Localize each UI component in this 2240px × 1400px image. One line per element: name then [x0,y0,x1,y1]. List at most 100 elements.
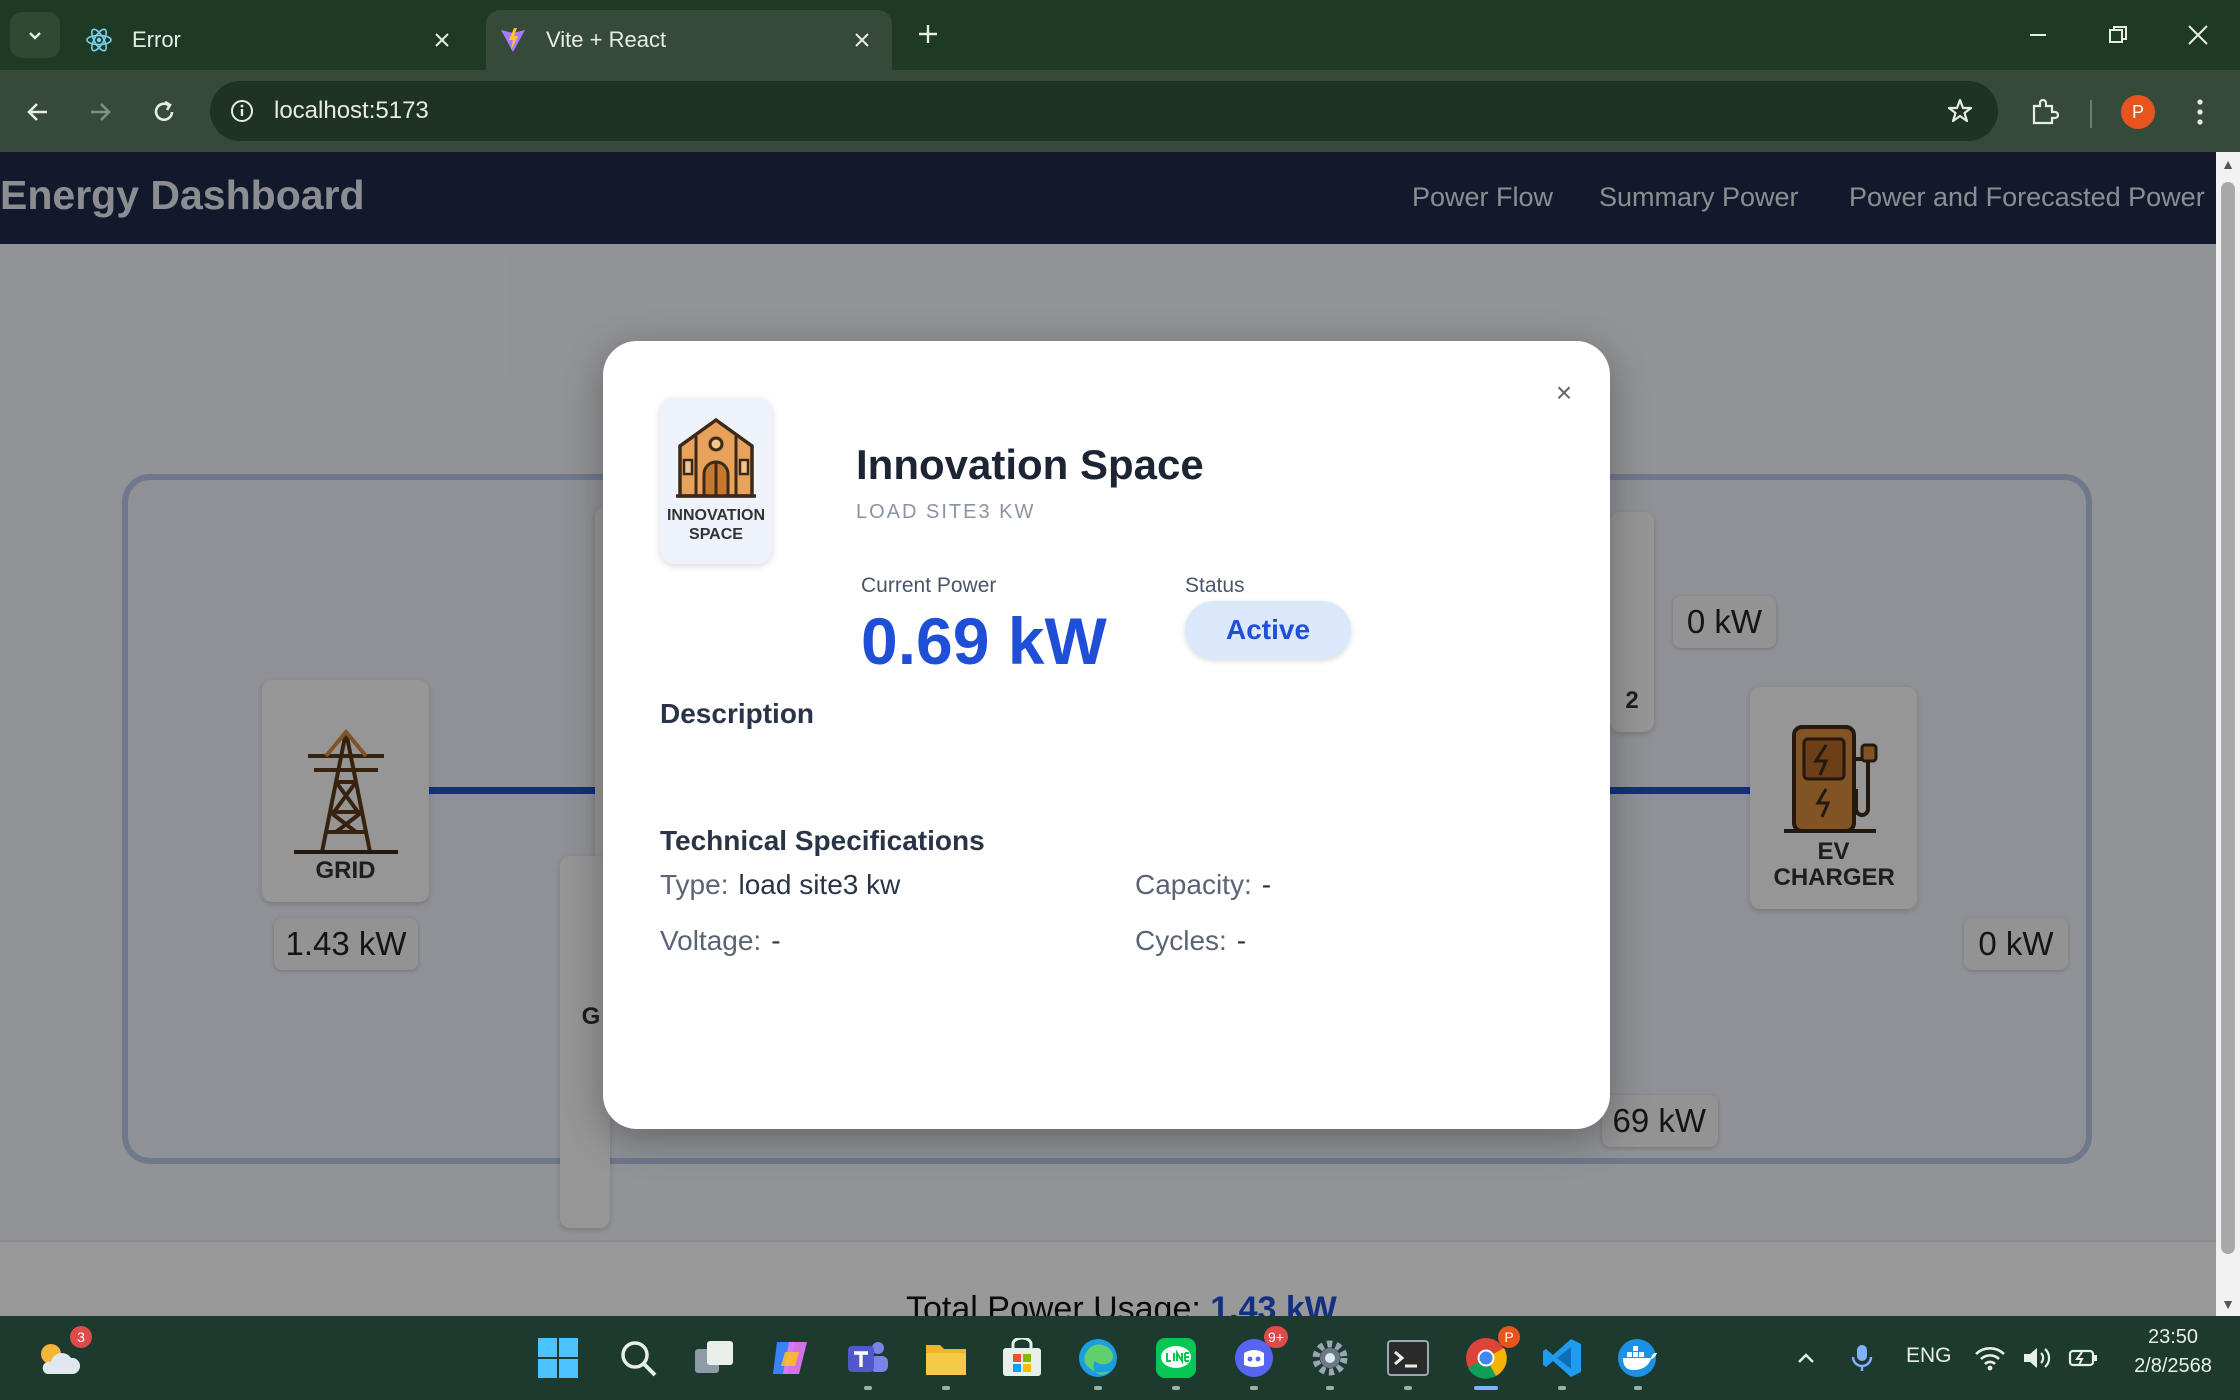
discord-button[interactable]: 9+ [1226,1326,1288,1390]
browser-toolbar: localhost:5173 P [0,70,2240,152]
tab-title: Error [132,27,181,52]
address-bar[interactable]: localhost:5173 [210,81,1998,141]
volume-icon [2024,1348,2051,1368]
innovation-space-icon-card: INNOVATION SPACE [660,398,772,564]
windows-icon [538,1338,578,1378]
tab-vite-react[interactable]: Vite + React [486,10,892,70]
spec-capacity-value: - [1261,869,1272,900]
quick-settings-button[interactable] [1966,1330,2106,1386]
spec-type: Type: load site3 kw [660,869,900,901]
running-indicator [1404,1386,1412,1390]
spec-voltage-value: - [771,925,781,956]
vscode-icon [1543,1339,1581,1377]
battery-icon [2068,1349,2097,1367]
clock-date: 2/8/2568 [2134,1355,2212,1377]
microphone-icon [1851,1345,1873,1371]
reload-button[interactable] [142,90,186,134]
windows-taskbar: 3 9+ P ENG 23:50 2/8/2568 [0,1316,2240,1400]
back-button[interactable] [16,90,60,134]
new-tab-button[interactable] [908,14,948,54]
scroll-down-icon[interactable]: ▼ [2220,1296,2236,1312]
icon-card-label-line2: SPACE [689,526,743,543]
tab-error[interactable]: Error [72,10,472,70]
extensions-button[interactable] [2020,88,2068,136]
edge-button[interactable] [1070,1330,1126,1390]
discord-badge: 9+ [1264,1326,1288,1348]
more-vertical-icon [2197,99,2203,125]
plus-icon [919,25,937,43]
folder-icon [926,1345,966,1375]
spec-type-label: Type: [660,869,729,900]
restore-button[interactable] [2078,0,2158,70]
show-hidden-icons-button[interactable] [1778,1330,1834,1386]
profile-button[interactable]: P [2114,88,2162,136]
ms-store-button[interactable] [994,1330,1050,1386]
browser-tab-strip: Error Vite + React [0,0,2240,70]
weather-badge: 3 [70,1326,92,1348]
tab-search-button[interactable] [10,12,60,58]
gear-icon [1312,1340,1348,1376]
current-power-label: Current Power [861,574,997,597]
input-language[interactable]: ENG [1906,1344,1952,1368]
modal-title: Innovation Space [856,441,1204,488]
close-tab-icon[interactable] [842,20,882,60]
running-indicator [1172,1386,1180,1390]
taskbar-search-button[interactable] [610,1330,666,1386]
tab-title: Vite + React [546,27,667,52]
spec-voltage: Voltage: - [660,925,781,957]
running-indicator [1326,1386,1334,1390]
status-badge: Active [1185,601,1351,659]
technical-specs-heading: Technical Specifications [660,825,985,856]
url-text[interactable]: localhost:5173 [274,97,1936,125]
docker-icon [1618,1339,1657,1377]
react-icon [84,25,114,55]
store-icon [1003,1338,1041,1376]
scrollbar-thumb[interactable] [2221,182,2235,1254]
line-icon [1156,1338,1196,1378]
terminal-icon [1387,1340,1429,1376]
spec-cycles: Cycles: - [1135,925,1246,957]
scroll-up-icon[interactable]: ▲ [2220,156,2236,172]
running-indicator [864,1386,872,1390]
line-button[interactable] [1148,1330,1204,1390]
clock[interactable]: 23:50 2/8/2568 [2118,1326,2228,1378]
forward-button[interactable] [78,90,122,134]
icon-card-label-line1: INNOVATION [666,507,766,524]
avatar: P [2121,95,2155,129]
start-button[interactable] [530,1330,586,1386]
terminal-button[interactable] [1380,1330,1436,1390]
teams-button[interactable] [840,1330,896,1390]
browser-menu-button[interactable] [2176,88,2224,136]
minimize-button[interactable] [1998,0,2078,70]
task-view-button[interactable] [686,1330,742,1386]
teams-icon [848,1342,888,1372]
running-indicator [1250,1386,1258,1390]
file-explorer-button[interactable] [918,1330,974,1390]
close-window-button[interactable] [2158,0,2238,70]
copilot-icon [773,1342,807,1374]
chrome-profile-badge: P [1498,1326,1520,1348]
chrome-button[interactable]: P [1458,1326,1520,1390]
docker-button[interactable] [1610,1330,1666,1390]
spec-type-value: load site3 kw [738,869,901,900]
spec-capacity: Capacity: - [1135,869,1271,901]
close-modal-button[interactable]: × [1548,377,1580,409]
settings-button[interactable] [1302,1330,1358,1390]
toolbar-divider [2090,100,2092,128]
close-icon [2188,25,2208,45]
vite-icon [498,25,528,55]
node-detail-modal: × INNOVATION SPACE Innovation Space LOAD… [603,341,1610,1129]
page-scrollbar[interactable]: ▲ ▼ [2216,152,2240,1316]
microphone-button[interactable] [1834,1330,1890,1386]
puzzle-icon [2032,98,2059,125]
bookmark-star-icon[interactable] [1936,87,1984,135]
site-info-icon[interactable] [222,91,262,131]
task-view-icon [695,1341,733,1373]
copilot-button[interactable] [762,1330,818,1386]
close-tab-icon[interactable] [422,20,462,60]
search-icon [621,1341,657,1377]
minimize-icon [2030,34,2046,36]
vscode-button[interactable] [1534,1330,1590,1390]
weather-widget[interactable]: 3 [30,1326,92,1386]
wifi-icon [1975,1347,2005,1371]
